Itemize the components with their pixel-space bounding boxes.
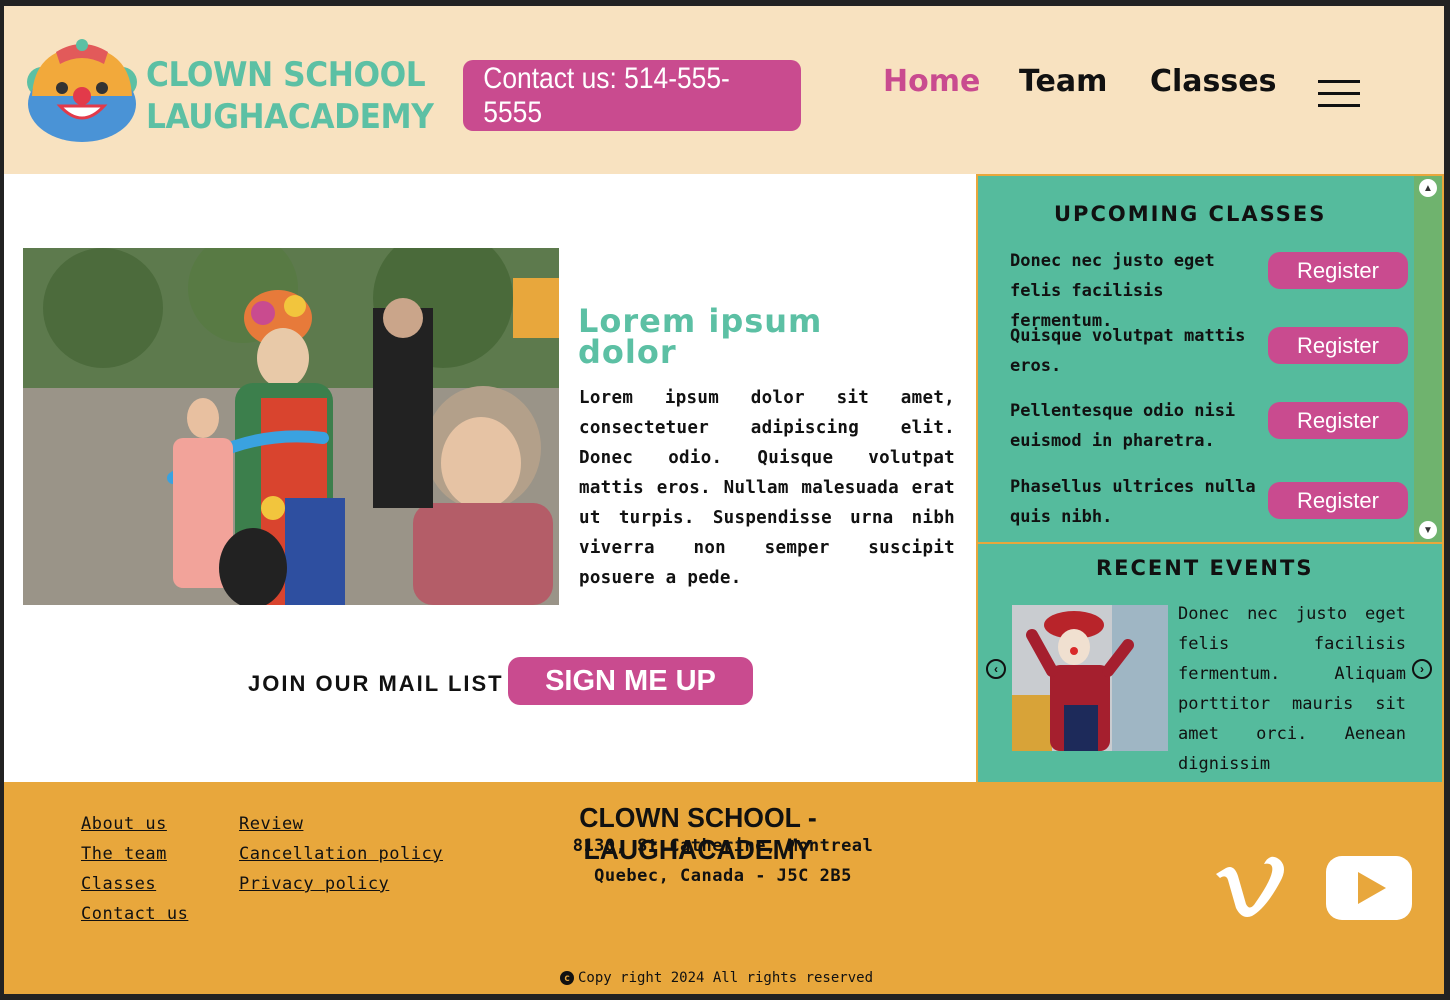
brand-line1: CLOWN SCHOOL [146, 55, 426, 95]
mail-list-label: JOIN OUR MAIL LIST [248, 671, 504, 696]
footer-link-about[interactable]: About us [81, 814, 167, 834]
clown-photo [23, 248, 559, 605]
brand-name[interactable]: CLOWN SCHOOL LAUGHACADEMY [146, 54, 434, 138]
scroll-up-icon[interactable]: ▲ [1419, 179, 1437, 197]
footer-link-cancellation[interactable]: Cancellation policy [239, 844, 443, 864]
contact-button[interactable]: Contact us: 514-555-5555 [463, 60, 801, 131]
carousel-next-icon[interactable]: › [1412, 659, 1432, 679]
scroll-down-icon[interactable]: ▼ [1419, 521, 1437, 539]
site-header: CLOWN SCHOOL LAUGHACADEMY Contact us: 51… [4, 6, 1444, 174]
scrollbar[interactable]: ▲ ▼ [1414, 176, 1442, 542]
site-footer: About us The team Classes Contact us Rev… [4, 782, 1444, 994]
upcoming-classes-title: UPCOMING CLASSES [1054, 202, 1327, 226]
class-item-2: Quisque volutpat mattis eros. [1010, 326, 1246, 376]
event-photo [1012, 605, 1168, 751]
register-button-1[interactable]: Register [1268, 252, 1408, 289]
copyright: c Copy right 2024 All rights reserved [560, 970, 873, 986]
event-description: Donec nec justo eget felis facilisis fer… [1178, 604, 1406, 804]
footer-link-review[interactable]: Review [239, 814, 303, 834]
copyright-text: Copy right 2024 All rights reserved [578, 970, 874, 986]
contact-label: Contact us: 514-555-5555 [483, 61, 730, 129]
youtube-icon[interactable] [1326, 856, 1412, 920]
copyright-icon: c [560, 971, 574, 985]
register-button-3[interactable]: Register [1268, 402, 1408, 439]
footer-link-team[interactable]: The team [81, 844, 167, 864]
hamburger-menu-icon[interactable] [1318, 80, 1362, 110]
carousel-prev-icon[interactable]: ‹ [986, 659, 1006, 679]
recent-events-title: RECENT EVENTS [1096, 556, 1314, 580]
clown-logo-icon[interactable] [26, 38, 138, 142]
footer-link-contact[interactable]: Contact us [81, 904, 188, 924]
class-item-4: Phasellus ultrices nulla quis nibh. [1010, 477, 1256, 527]
recent-events-panel: RECENT EVENTS ‹ Donec nec justo eget fel… [976, 544, 1444, 804]
register-button-4[interactable]: Register [1268, 482, 1408, 519]
footer-title: CLOWN SCHOOL - LAUGHACADEMY [579, 802, 817, 865]
footer-link-classes[interactable]: Classes [81, 874, 156, 894]
hero-title-line2: dolor [578, 333, 677, 371]
footer-address-line2: Quebec, Canada - J5C 2B5 [594, 866, 852, 886]
nav-home[interactable]: Home [883, 64, 980, 99]
register-button-2[interactable]: Register [1268, 327, 1408, 364]
vimeo-icon[interactable] [1214, 856, 1286, 918]
nav-classes[interactable]: Classes [1150, 64, 1276, 99]
sign-up-button[interactable]: SIGN ME UP [508, 657, 753, 705]
nav-team[interactable]: Team [1019, 64, 1107, 99]
page: CLOWN SCHOOL LAUGHACADEMY Contact us: 51… [4, 6, 1444, 994]
hero-title: Lorem ipsum dolor [578, 305, 878, 371]
class-item-3: Pellentesque odio nisi euismod in pharet… [1010, 401, 1236, 451]
upcoming-classes-panel[interactable]: UPCOMING CLASSES Donec nec justo eget fe… [976, 174, 1444, 544]
hero-body: Lorem ipsum dolor sit amet, consectetuer… [579, 388, 955, 588]
footer-link-privacy[interactable]: Privacy policy [239, 874, 389, 894]
brand-line2: LAUGHACADEMY [146, 97, 434, 137]
footer-address-line1: 8130, St.Catherine, Montreal [572, 836, 874, 856]
